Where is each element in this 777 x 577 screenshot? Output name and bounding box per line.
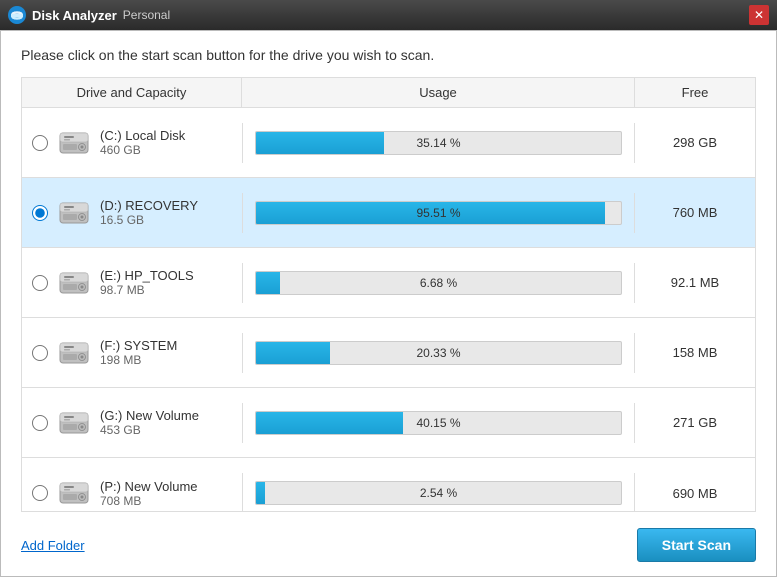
free-cell-c: 298 GB: [635, 127, 755, 158]
drive-row-e[interactable]: (E:) HP_TOOLS 98.7 MB 6.68 % 92.1 MB: [22, 248, 755, 318]
close-button[interactable]: ✕: [749, 5, 769, 25]
usage-label-c: 35.14 %: [256, 136, 621, 150]
drive-row-f[interactable]: (F:) SYSTEM 198 MB 20.33 % 158 MB: [22, 318, 755, 388]
hdd-icon: [56, 195, 92, 231]
titlebar-left: Disk Analyzer Personal: [8, 6, 170, 24]
footer: Add Folder Start Scan: [21, 518, 756, 566]
drive-size-g: 453 GB: [100, 423, 199, 437]
drive-radio-g[interactable]: [32, 415, 48, 431]
usage-label-g: 40.15 %: [256, 416, 621, 430]
hdd-icon: [56, 405, 92, 441]
drive-name-p: (P:) New Volume: [100, 479, 198, 494]
drive-name-g: (G:) New Volume: [100, 408, 199, 423]
drive-info-e: (E:) HP_TOOLS 98.7 MB: [22, 257, 242, 309]
hdd-icon: [56, 335, 92, 371]
drive-info-f: (F:) SYSTEM 198 MB: [22, 327, 242, 379]
drive-radio-c[interactable]: [32, 135, 48, 151]
drive-radio-e[interactable]: [32, 275, 48, 291]
free-cell-p: 690 MB: [635, 478, 755, 509]
usage-bar-f: 20.33 %: [255, 341, 622, 365]
free-cell-d: 760 MB: [635, 197, 755, 228]
hdd-icon: [56, 265, 92, 301]
drive-size-f: 198 MB: [100, 353, 177, 367]
app-icon: [8, 6, 26, 24]
hdd-icon: [56, 475, 92, 511]
drive-size-e: 98.7 MB: [100, 283, 194, 297]
usage-bar-p: 2.54 %: [255, 481, 622, 505]
drive-info-d: (D:) RECOVERY 16.5 GB: [22, 187, 242, 239]
prompt-text: Please click on the start scan button fo…: [21, 47, 756, 63]
drive-radio-p[interactable]: [32, 485, 48, 501]
drive-row-c[interactable]: (C:) Local Disk 460 GB 35.14 % 298 GB: [22, 108, 755, 178]
drive-radio-f[interactable]: [32, 345, 48, 361]
usage-label-f: 20.33 %: [256, 346, 621, 360]
table-header: Drive and Capacity Usage Free: [21, 77, 756, 107]
main-content: Please click on the start scan button fo…: [0, 30, 777, 577]
col-header-usage: Usage: [242, 78, 635, 107]
drive-name-f: (F:) SYSTEM: [100, 338, 177, 353]
drive-text-p: (P:) New Volume 708 MB: [100, 479, 198, 508]
col-header-drive: Drive and Capacity: [22, 78, 242, 107]
drive-info-g: (G:) New Volume 453 GB: [22, 397, 242, 449]
drive-name-d: (D:) RECOVERY: [100, 198, 198, 213]
usage-label-e: 6.68 %: [256, 276, 621, 290]
free-cell-f: 158 MB: [635, 337, 755, 368]
drive-name-c: (C:) Local Disk: [100, 128, 185, 143]
usage-cell-g: 40.15 %: [242, 403, 635, 443]
drive-row-p[interactable]: (P:) New Volume 708 MB 2.54 % 690 MB: [22, 458, 755, 512]
drives-list: (C:) Local Disk 460 GB 35.14 % 298 GB: [21, 107, 756, 512]
drive-row-d[interactable]: (D:) RECOVERY 16.5 GB 95.51 % 760 MB: [22, 178, 755, 248]
usage-bar-d: 95.51 %: [255, 201, 622, 225]
usage-cell-e: 6.68 %: [242, 263, 635, 303]
drive-row-g[interactable]: (G:) New Volume 453 GB 40.15 % 271 GB: [22, 388, 755, 458]
free-cell-e: 92.1 MB: [635, 267, 755, 298]
col-header-free: Free: [635, 78, 755, 107]
hdd-icon: [56, 125, 92, 161]
drive-size-c: 460 GB: [100, 143, 185, 157]
drive-text-d: (D:) RECOVERY 16.5 GB: [100, 198, 198, 227]
usage-bar-g: 40.15 %: [255, 411, 622, 435]
drive-size-d: 16.5 GB: [100, 213, 198, 227]
drive-text-c: (C:) Local Disk 460 GB: [100, 128, 185, 157]
drive-text-e: (E:) HP_TOOLS 98.7 MB: [100, 268, 194, 297]
free-cell-g: 271 GB: [635, 407, 755, 438]
usage-cell-d: 95.51 %: [242, 193, 635, 233]
drive-radio-d[interactable]: [32, 205, 48, 221]
drive-info-c: (C:) Local Disk 460 GB: [22, 117, 242, 169]
usage-label-p: 2.54 %: [256, 486, 621, 500]
usage-bar-c: 35.14 %: [255, 131, 622, 155]
usage-label-d: 95.51 %: [256, 206, 621, 220]
app-edition: Personal: [123, 8, 170, 22]
drive-text-g: (G:) New Volume 453 GB: [100, 408, 199, 437]
drive-name-e: (E:) HP_TOOLS: [100, 268, 194, 283]
app-title: Disk Analyzer: [32, 8, 117, 23]
drive-text-f: (F:) SYSTEM 198 MB: [100, 338, 177, 367]
usage-cell-p: 2.54 %: [242, 473, 635, 512]
usage-bar-e: 6.68 %: [255, 271, 622, 295]
drive-size-p: 708 MB: [100, 494, 198, 508]
add-folder-button[interactable]: Add Folder: [21, 538, 85, 553]
titlebar: Disk Analyzer Personal ✕: [0, 0, 777, 30]
usage-cell-f: 20.33 %: [242, 333, 635, 373]
usage-cell-c: 35.14 %: [242, 123, 635, 163]
drive-info-p: (P:) New Volume 708 MB: [22, 467, 242, 512]
start-scan-button[interactable]: Start Scan: [637, 528, 756, 562]
